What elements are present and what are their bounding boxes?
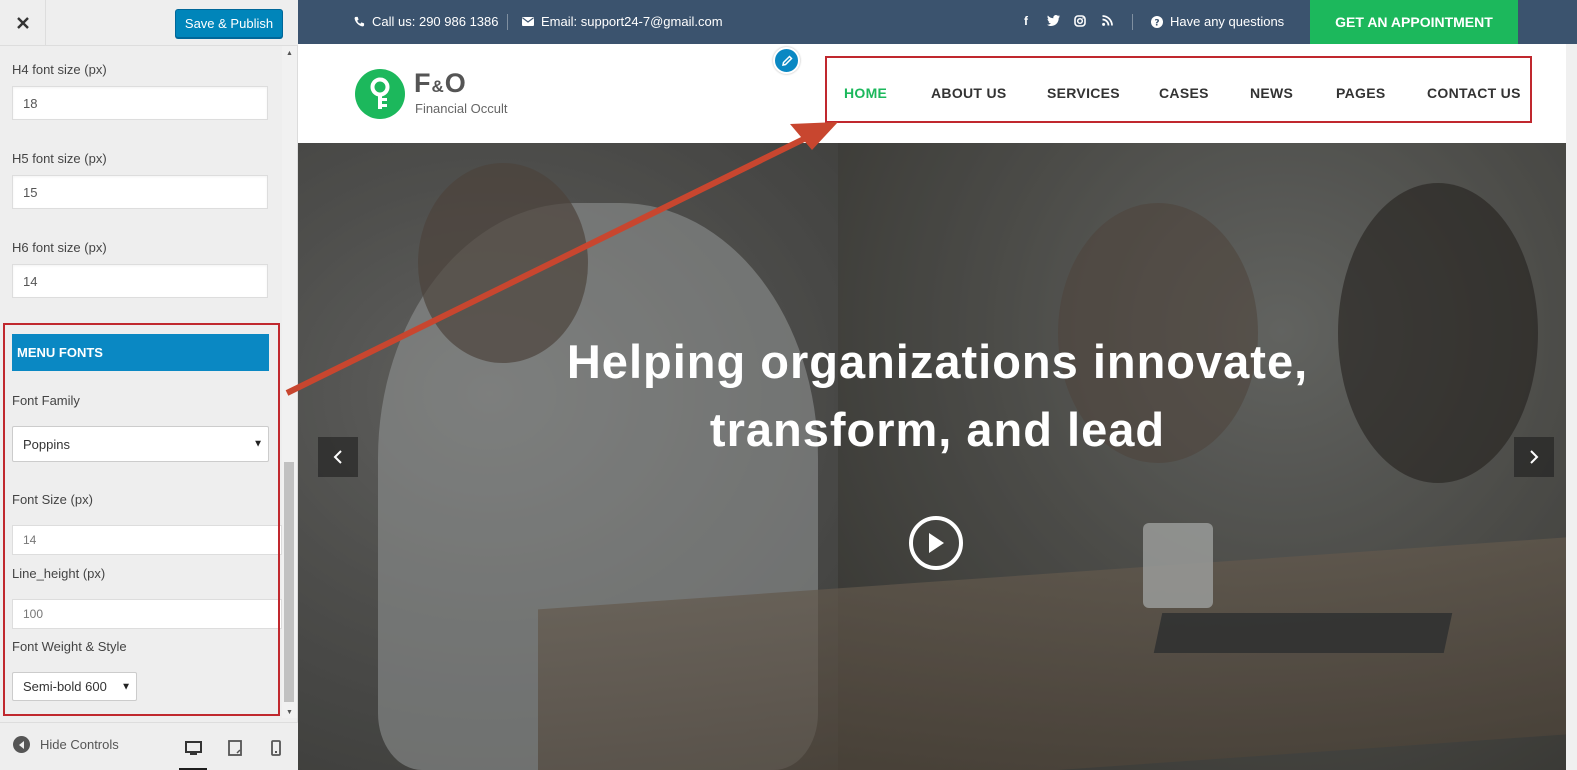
logo-title[interactable]: F&O bbox=[414, 68, 467, 99]
mobile-icon bbox=[271, 740, 281, 756]
email-text: Email: support24-7@gmail.com bbox=[541, 14, 723, 29]
logo-key-icon[interactable] bbox=[355, 69, 405, 119]
nav-services[interactable]: SERVICES bbox=[1047, 85, 1120, 101]
logo-letter-o: O bbox=[444, 68, 467, 98]
email-info[interactable]: Email: support24-7@gmail.com bbox=[522, 14, 723, 29]
hide-controls-label: Hide Controls bbox=[40, 737, 119, 752]
nav-contact-us[interactable]: CONTACT US bbox=[1427, 85, 1521, 101]
menu-fonts-highlight-box bbox=[3, 323, 280, 716]
site-topbar: Call us: 290 986 1386 Email: support24-7… bbox=[298, 0, 1577, 44]
close-icon bbox=[16, 17, 29, 29]
logo-subtitle: Financial Occult bbox=[415, 101, 508, 116]
hero-heading-line2: transform, and lead bbox=[709, 403, 1166, 456]
topbar-divider bbox=[507, 14, 508, 30]
nav-home[interactable]: HOME bbox=[844, 85, 887, 101]
facebook-icon[interactable]: f bbox=[1024, 14, 1028, 28]
nav-pages[interactable]: PAGES bbox=[1336, 85, 1385, 101]
h5-font-size-input[interactable]: 15 bbox=[12, 175, 268, 209]
instagram-icon[interactable] bbox=[1074, 15, 1086, 30]
customizer-header: Save & Publish bbox=[0, 0, 298, 46]
questions-link[interactable]: ? Have any questions bbox=[1151, 14, 1284, 29]
customizer-sidebar: Save & Publish H4 font size (px) 18 H5 f… bbox=[0, 0, 298, 770]
h4-font-size-label: H4 font size (px) bbox=[12, 62, 107, 77]
svg-text:?: ? bbox=[1154, 18, 1159, 28]
mobile-preview-button[interactable] bbox=[262, 735, 290, 761]
site-preview: Call us: 290 986 1386 Email: support24-7… bbox=[298, 0, 1577, 770]
collapse-icon bbox=[13, 736, 30, 753]
play-icon bbox=[929, 533, 944, 553]
hide-controls-button[interactable]: Hide Controls bbox=[13, 736, 119, 753]
customizer-scrollbar[interactable]: ▲ ▼ bbox=[282, 46, 297, 718]
save-publish-button[interactable]: Save & Publish bbox=[175, 9, 283, 38]
h6-font-size-label: H6 font size (px) bbox=[12, 240, 107, 255]
nav-cases[interactable]: CASES bbox=[1159, 85, 1209, 101]
hero-slider: Helping organizations innovate, transfor… bbox=[298, 143, 1577, 770]
scrollbar-thumb[interactable] bbox=[284, 462, 294, 702]
h5-font-size-label: H5 font size (px) bbox=[12, 151, 107, 166]
site-scrollbar[interactable] bbox=[1566, 44, 1577, 770]
desktop-preview-button[interactable] bbox=[179, 729, 207, 770]
question-circle-icon: ? bbox=[1151, 15, 1163, 28]
desktop-icon bbox=[184, 741, 202, 755]
close-customizer-button[interactable] bbox=[0, 0, 46, 46]
h6-font-size-input[interactable]: 14 bbox=[12, 264, 268, 298]
chevron-right-icon bbox=[1530, 450, 1539, 464]
logo-letter-f: F bbox=[414, 68, 432, 98]
questions-text: Have any questions bbox=[1170, 14, 1285, 29]
slider-next-button[interactable] bbox=[1514, 437, 1554, 477]
hero-heading-line1: Helping organizations innovate, bbox=[566, 335, 1309, 388]
customizer-footer: Hide Controls bbox=[0, 722, 298, 770]
chevron-left-icon bbox=[333, 450, 342, 464]
rss-icon[interactable] bbox=[1102, 15, 1113, 29]
scroll-up-icon[interactable]: ▲ bbox=[286, 50, 293, 57]
topbar-divider bbox=[1132, 14, 1133, 30]
logo-ampersand: & bbox=[431, 77, 445, 96]
play-video-button[interactable] bbox=[909, 516, 963, 570]
call-info[interactable]: Call us: 290 986 1386 bbox=[354, 14, 498, 29]
scroll-down-icon[interactable]: ▼ bbox=[286, 709, 293, 716]
call-text: Call us: 290 986 1386 bbox=[372, 14, 499, 29]
edit-shortcut-button[interactable] bbox=[773, 47, 800, 74]
h4-font-size-input[interactable]: 18 bbox=[12, 86, 268, 120]
pencil-icon bbox=[781, 54, 793, 66]
nav-news[interactable]: NEWS bbox=[1250, 85, 1293, 101]
tablet-preview-button[interactable] bbox=[221, 735, 249, 761]
tablet-icon bbox=[228, 740, 242, 756]
nav-about-us[interactable]: ABOUT US bbox=[931, 85, 1007, 101]
twitter-icon[interactable] bbox=[1047, 15, 1060, 29]
envelope-icon bbox=[522, 17, 534, 26]
site-header: F&O Financial Occult HOME ABOUT US SERVI… bbox=[298, 44, 1577, 143]
slider-prev-button[interactable] bbox=[318, 437, 358, 477]
phone-icon bbox=[354, 16, 365, 27]
get-appointment-button[interactable]: GET AN APPOINTMENT bbox=[1310, 0, 1518, 44]
